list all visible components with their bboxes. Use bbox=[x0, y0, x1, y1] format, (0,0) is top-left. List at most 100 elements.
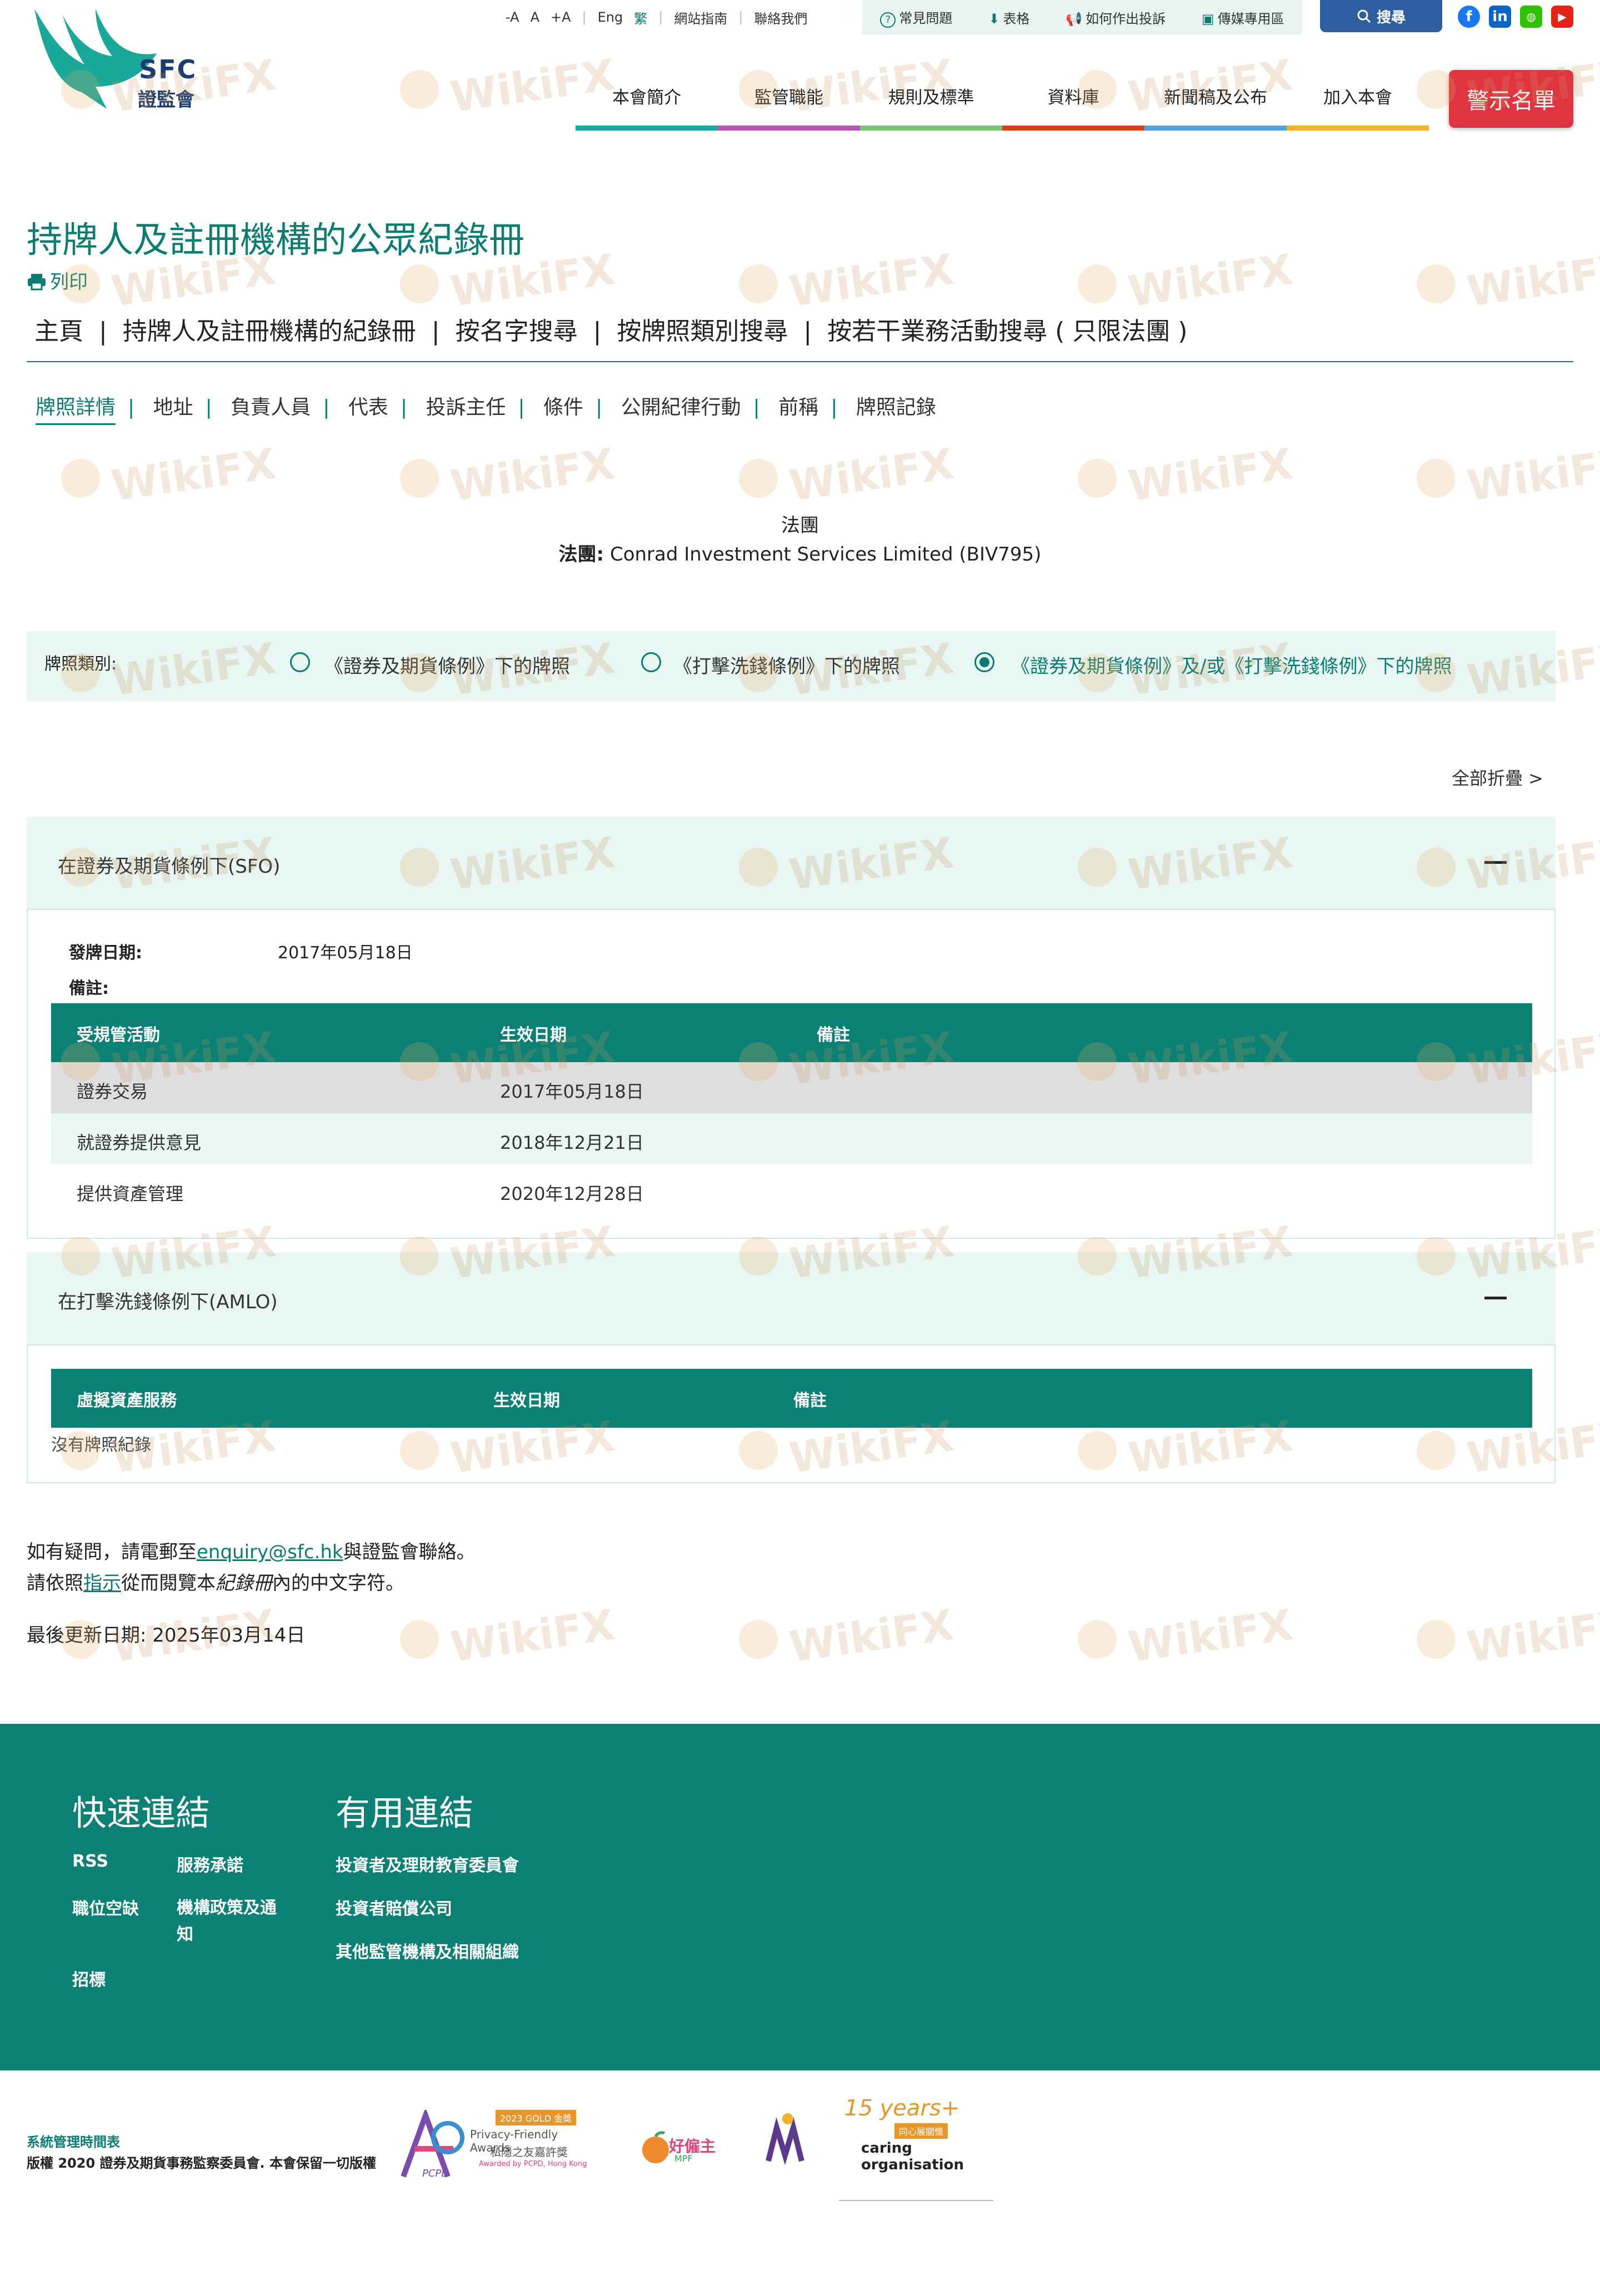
enquiry-note: 如有疑問，請電郵至enquiry@sfc.hk與證監會聯絡。 bbox=[27, 1537, 476, 1564]
divider: | bbox=[582, 9, 587, 25]
breadcrumb-separator: | bbox=[423, 317, 448, 346]
nav-about[interactable]: 本會簡介 bbox=[576, 83, 718, 108]
divider: | bbox=[658, 9, 663, 25]
pcpd-award-logo: PCPD 2023 GOLD 金獎 Privacy-Friendly Award… bbox=[392, 2107, 598, 2184]
youtube-icon[interactable]: ▶ bbox=[1551, 6, 1573, 28]
breadcrumb: 主頁 | 持牌人及註冊機構的紀錄冊 | 按名字搜尋 | 按牌照類別搜尋 | 按若… bbox=[34, 311, 1187, 347]
sitemap-link[interactable]: 網站指南 bbox=[674, 8, 727, 27]
collapse-icon[interactable] bbox=[1484, 1297, 1507, 1299]
wikifx-watermark: WikiFX bbox=[1464, 244, 1600, 317]
logo-text: 證監會 bbox=[138, 89, 194, 111]
warning-list-button[interactable]: 警示名單 bbox=[1449, 70, 1573, 128]
print-button[interactable]: 列印 bbox=[27, 267, 88, 294]
date-cell: 2018年12月21日 bbox=[500, 1132, 644, 1153]
footer-link-careers[interactable]: 職位空缺 bbox=[72, 1895, 139, 1919]
license-radio-sfo[interactable] bbox=[290, 652, 310, 672]
wechat-icon[interactable]: ◍ bbox=[1520, 6, 1542, 28]
nav-rules[interactable]: 規則及標準 bbox=[860, 83, 1002, 108]
collapse-all-link[interactable]: 全部折疊 > bbox=[1452, 764, 1543, 790]
breadcrumb-home[interactable]: 主頁 bbox=[34, 317, 83, 346]
font-smaller-button[interactable]: -A bbox=[506, 9, 519, 25]
footer-link-rss[interactable]: RSS bbox=[72, 1852, 108, 1871]
font-larger-button[interactable]: +A bbox=[551, 9, 571, 25]
license-option-label[interactable]: 《打擊洗錢條例》下的牌照 bbox=[673, 651, 900, 678]
utility-box: ? 常見問題 ⬇ 表格 📢 如何作出投訴 ▣ 傳媒專用區 bbox=[862, 0, 1302, 34]
font-normal-button[interactable]: A bbox=[531, 9, 539, 25]
updated-date: 2025年03月14日 bbox=[152, 1624, 306, 1647]
table-row: 證券交易 2017年05月18日 bbox=[51, 1062, 1532, 1113]
search-button[interactable]: 搜尋 bbox=[1320, 0, 1442, 32]
nav-join[interactable]: 加入本會 bbox=[1287, 83, 1429, 108]
tab-license-details[interactable]: 牌照詳情 bbox=[36, 391, 116, 425]
contact-link[interactable]: 聯絡我們 bbox=[754, 8, 807, 27]
tab-representatives[interactable]: 代表 bbox=[348, 391, 388, 420]
lang-english-link[interactable]: Eng bbox=[598, 9, 623, 25]
breadcrumb-register[interactable]: 持牌人及註冊機構的紀錄冊 bbox=[123, 317, 416, 346]
nav-regulatory[interactable]: 監管職能 bbox=[718, 83, 860, 108]
footer-link-policies[interactable]: 機構政策及通知 bbox=[177, 1895, 277, 1948]
nav-database[interactable]: 資料庫 bbox=[1002, 83, 1144, 108]
complaint-link[interactable]: 📢 如何作出投訴 bbox=[1066, 8, 1166, 27]
tab-separator: | bbox=[205, 396, 212, 419]
quick-links-title: 快速連結 bbox=[72, 1793, 211, 1833]
sfc-logo[interactable]: SFC 證監會 bbox=[29, 3, 218, 114]
tab-license-record[interactable]: 牌照記錄 bbox=[856, 391, 936, 420]
linkedin-icon[interactable]: in bbox=[1489, 6, 1511, 28]
collapse-icon[interactable] bbox=[1484, 861, 1507, 864]
apple-icon bbox=[642, 2131, 669, 2163]
lang-traditional-link[interactable]: 繁 bbox=[634, 8, 647, 27]
wikifx-watermark: WikiFX bbox=[786, 244, 957, 317]
utility-row: -A A +A | Eng 繁 | 網站指南 | 聯絡我們 bbox=[500, 0, 813, 34]
table-row: 就證券提供意見 2018年12月21日 bbox=[51, 1113, 1532, 1164]
sfo-table-header: 受規管活動 生效日期 備註 bbox=[51, 1003, 1532, 1062]
forms-link[interactable]: ⬇ 表格 bbox=[988, 8, 1029, 27]
facebook-icon[interactable]: f bbox=[1458, 6, 1480, 28]
tab-separator: | bbox=[128, 396, 135, 419]
nav-color-bar bbox=[1002, 126, 1144, 131]
guide-link[interactable]: 指示 bbox=[83, 1572, 121, 1594]
maintenance-schedule-link[interactable]: 系統管理時間表 bbox=[27, 2131, 120, 2150]
footer-link-regulators[interactable]: 其他監管機構及相關組織 bbox=[336, 1938, 519, 1963]
column-header: 虛擬資產服務 bbox=[77, 1391, 177, 1410]
footer-link-pledge[interactable]: 服務承諾 bbox=[177, 1852, 243, 1876]
license-option-label[interactable]: 《證券及期貨條例》下的牌照 bbox=[324, 651, 570, 678]
nav-color-bar bbox=[860, 126, 1002, 131]
footer-link-icc[interactable]: 投資者賠償公司 bbox=[336, 1895, 452, 1919]
tab-disciplinary-actions[interactable]: 公開紀律行動 bbox=[621, 391, 741, 420]
breadcrumb-license-search[interactable]: 按牌照類別搜尋 bbox=[617, 317, 788, 346]
nav-color-bar bbox=[1144, 126, 1287, 131]
breadcrumb-separator: | bbox=[796, 317, 820, 346]
divider: | bbox=[738, 9, 743, 25]
divider bbox=[27, 361, 1573, 362]
enquiry-email-link[interactable]: enquiry@sfc.hk bbox=[197, 1541, 343, 1563]
footer-link-tenders[interactable]: 招標 bbox=[72, 1966, 106, 1990]
license-option-label[interactable]: 《證券及期貨條例》及/或《打擊洗錢條例》下的牌照 bbox=[1011, 651, 1452, 678]
tab-complaints-officer[interactable]: 投訴主任 bbox=[426, 391, 506, 420]
search-label: 搜尋 bbox=[1376, 9, 1406, 26]
tab-former-names[interactable]: 前稱 bbox=[778, 391, 818, 420]
issue-date-value: 2017年05月18日 bbox=[278, 943, 413, 963]
last-updated: 最後更新日期: 2025年03月14日 bbox=[27, 1620, 305, 1647]
tab-separator: | bbox=[518, 396, 525, 419]
breadcrumb-separator: | bbox=[91, 317, 115, 346]
wikifx-watermark-icon bbox=[400, 1620, 439, 1659]
issue-date-label: 發牌日期: bbox=[69, 943, 142, 963]
activity-cell: 證券交易 bbox=[77, 1081, 148, 1102]
tab-conditions[interactable]: 條件 bbox=[543, 391, 583, 420]
license-radio-both[interactable] bbox=[974, 652, 994, 672]
guide-mid: 從而閱覽本 bbox=[121, 1572, 216, 1594]
footer-link-ifec[interactable]: 投資者及理財教育委員會 bbox=[336, 1852, 519, 1876]
useful-links-title: 有用連結 bbox=[336, 1793, 474, 1833]
tab-address[interactable]: 地址 bbox=[153, 391, 193, 420]
media-link[interactable]: ▣ 傳媒專用區 bbox=[1202, 8, 1284, 27]
breadcrumb-name-search[interactable]: 按名字搜尋 bbox=[456, 317, 578, 346]
tab-responsible-officers[interactable]: 負責人員 bbox=[231, 391, 311, 420]
no-record-text: 沒有牌照紀錄 bbox=[51, 1435, 151, 1455]
mpf-label: MPF bbox=[674, 2153, 693, 2164]
breadcrumb-separator: | bbox=[585, 317, 609, 346]
breadcrumb-activity-search[interactable]: 按若干業務活動搜尋 ( 只限法團 ) bbox=[827, 317, 1187, 346]
faq-link[interactable]: ? 常見問題 bbox=[880, 7, 952, 28]
wikifx-watermark-icon bbox=[1417, 459, 1456, 498]
license-radio-amlo[interactable] bbox=[641, 652, 661, 672]
nav-news[interactable]: 新聞稿及公布 bbox=[1144, 83, 1287, 108]
